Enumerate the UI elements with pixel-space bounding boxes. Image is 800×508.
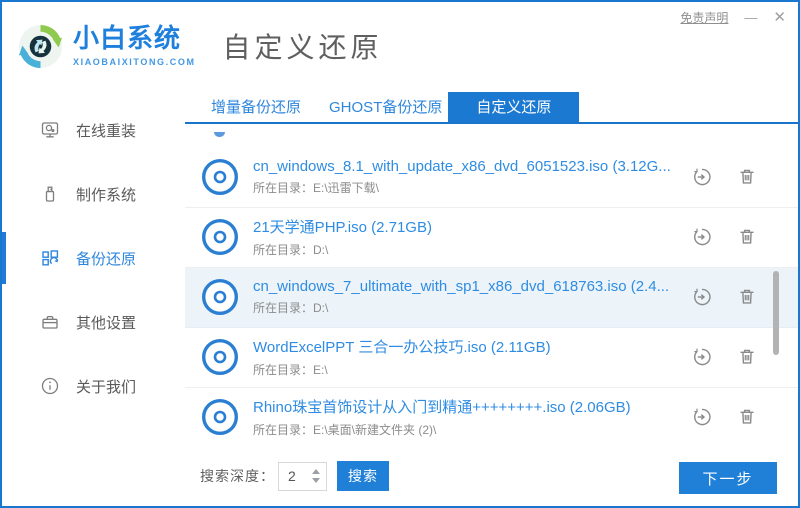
restore-icon[interactable] (691, 346, 713, 368)
restore-icon[interactable] (691, 226, 713, 248)
sidebar-item-label: 在线重装 (76, 122, 137, 140)
grid-restore-icon (42, 250, 59, 266)
iso-list-item[interactable]: cn_windows_8.1_with_update_x86_dvd_60515… (185, 148, 798, 208)
trash-icon[interactable] (736, 406, 758, 428)
trash-icon[interactable] (736, 286, 758, 308)
iso-directory: 所在目录：E:\迅雷下载\ (253, 181, 380, 196)
sidebar-item-make-system[interactable]: 制作系统 (2, 172, 185, 216)
tab-bar: 增量备份还原 GHOST备份还原 自定义还原 (185, 92, 798, 124)
search-depth-input[interactable]: 2 (278, 461, 327, 491)
iso-name: cn_windows_7_ultimate_with_sp1_x86_dvd_6… (253, 278, 670, 296)
window-body: 在线重装 制作系统 备份还原 其他设置 关于我们 增量备份还原 GHOST备份还… (2, 90, 798, 506)
main-content: 增量备份还原 GHOST备份还原 自定义还原 cn_windows_8.1_wi… (185, 90, 798, 506)
sidebar-item-label: 其他设置 (76, 314, 137, 332)
trash-icon[interactable] (736, 226, 758, 248)
sidebar-item-backup-restore[interactable]: 备份还原 (2, 232, 185, 284)
trash-icon[interactable] (736, 346, 758, 368)
scrollbar-thumb[interactable] (773, 270, 779, 355)
iso-list-item-selected[interactable]: cn_windows_7_ultimate_with_sp1_x86_dvd_6… (185, 267, 798, 328)
spinner-up-icon[interactable] (312, 469, 320, 475)
disc-icon (202, 339, 238, 376)
brand-name: 小白系统 (73, 23, 182, 54)
restore-icon[interactable] (691, 406, 713, 428)
app-window: 小白系统 XIAOBAIXITONG.COM 自定义还原 免责声明 — ✕ 在线… (0, 0, 800, 508)
disc-icon (202, 219, 238, 256)
restore-icon[interactable] (691, 286, 713, 308)
iso-file-list: cn_windows_8.1_with_update_x86_dvd_60515… (185, 124, 798, 446)
iso-directory: 所在目录：E:\桌面\新建文件夹 (2)\ (253, 423, 437, 438)
disc-icon (202, 159, 238, 196)
iso-name: 21天学通PHP.iso (2.71GB) (253, 219, 432, 237)
header: 小白系统 XIAOBAIXITONG.COM 自定义还原 免责声明 — ✕ (2, 2, 798, 90)
disc-icon (202, 399, 238, 436)
page-title: 自定义还原 (222, 32, 383, 63)
info-circle-icon (41, 377, 59, 395)
iso-name: Rhino珠宝首饰设计从入门到精通++++++++.iso (2.06GB) (253, 399, 631, 417)
window-controls: 免责声明 — ✕ (680, 9, 786, 26)
footer-bar: 搜索深度： 2 搜索 下一步 (185, 446, 798, 506)
usb-drive-icon (45, 186, 55, 202)
search-depth-value[interactable]: 2 (279, 468, 312, 484)
recycle-sphere-logo-icon (18, 24, 63, 68)
minimize-button[interactable]: — (744, 11, 757, 24)
sidebar-item-label: 关于我们 (76, 378, 137, 396)
logo-text: 小白系统 XIAOBAIXITONG.COM (73, 23, 196, 67)
briefcase-icon (42, 315, 58, 329)
sidebar-item-about-us[interactable]: 关于我们 (2, 364, 185, 408)
search-depth-label: 搜索深度： (200, 468, 275, 485)
partial-row-peek (214, 131, 225, 137)
close-button[interactable]: ✕ (773, 10, 786, 25)
iso-name: cn_windows_8.1_with_update_x86_dvd_60515… (253, 158, 671, 176)
sidebar-item-label: 制作系统 (76, 186, 137, 204)
sidebar-item-online-reinstall[interactable]: 在线重装 (2, 108, 185, 152)
iso-directory: 所在目录：D:\ (253, 301, 329, 316)
monitor-user-icon (41, 122, 59, 138)
iso-directory: 所在目录：E:\ (253, 363, 328, 378)
sidebar: 在线重装 制作系统 备份还原 其他设置 关于我们 (2, 90, 185, 506)
search-button[interactable]: 搜索 (337, 461, 389, 492)
iso-list-item[interactable]: 21天学通PHP.iso (2.71GB) 所在目录：D:\ (185, 208, 798, 268)
disclaimer-link[interactable]: 免责声明 (680, 9, 728, 26)
tab-incremental-backup[interactable]: 增量备份还原 (211, 92, 301, 122)
iso-directory: 所在目录：D:\ (253, 243, 329, 258)
app-logo: 小白系统 XIAOBAIXITONG.COM (17, 23, 196, 70)
tab-ghost-backup[interactable]: GHOST备份还原 (329, 92, 442, 122)
restore-icon[interactable] (691, 166, 713, 188)
sidebar-item-label: 备份还原 (76, 250, 137, 268)
iso-name: WordExcelPPT 三合一办公技巧.iso (2.11GB) (253, 339, 551, 357)
next-step-button[interactable]: 下一步 (679, 462, 777, 495)
trash-icon[interactable] (736, 166, 758, 188)
spinner-down-icon[interactable] (312, 478, 320, 484)
iso-list-item[interactable]: WordExcelPPT 三合一办公技巧.iso (2.11GB) 所在目录：E… (185, 328, 798, 388)
iso-list-item[interactable]: Rhino珠宝首饰设计从入门到精通++++++++.iso (2.06GB) 所… (185, 388, 798, 446)
sidebar-item-other-settings[interactable]: 其他设置 (2, 300, 185, 344)
disc-icon (202, 279, 238, 316)
brand-domain: XIAOBAIXITONG.COM (73, 56, 196, 67)
tab-custom-restore[interactable]: 自定义还原 (448, 92, 580, 122)
